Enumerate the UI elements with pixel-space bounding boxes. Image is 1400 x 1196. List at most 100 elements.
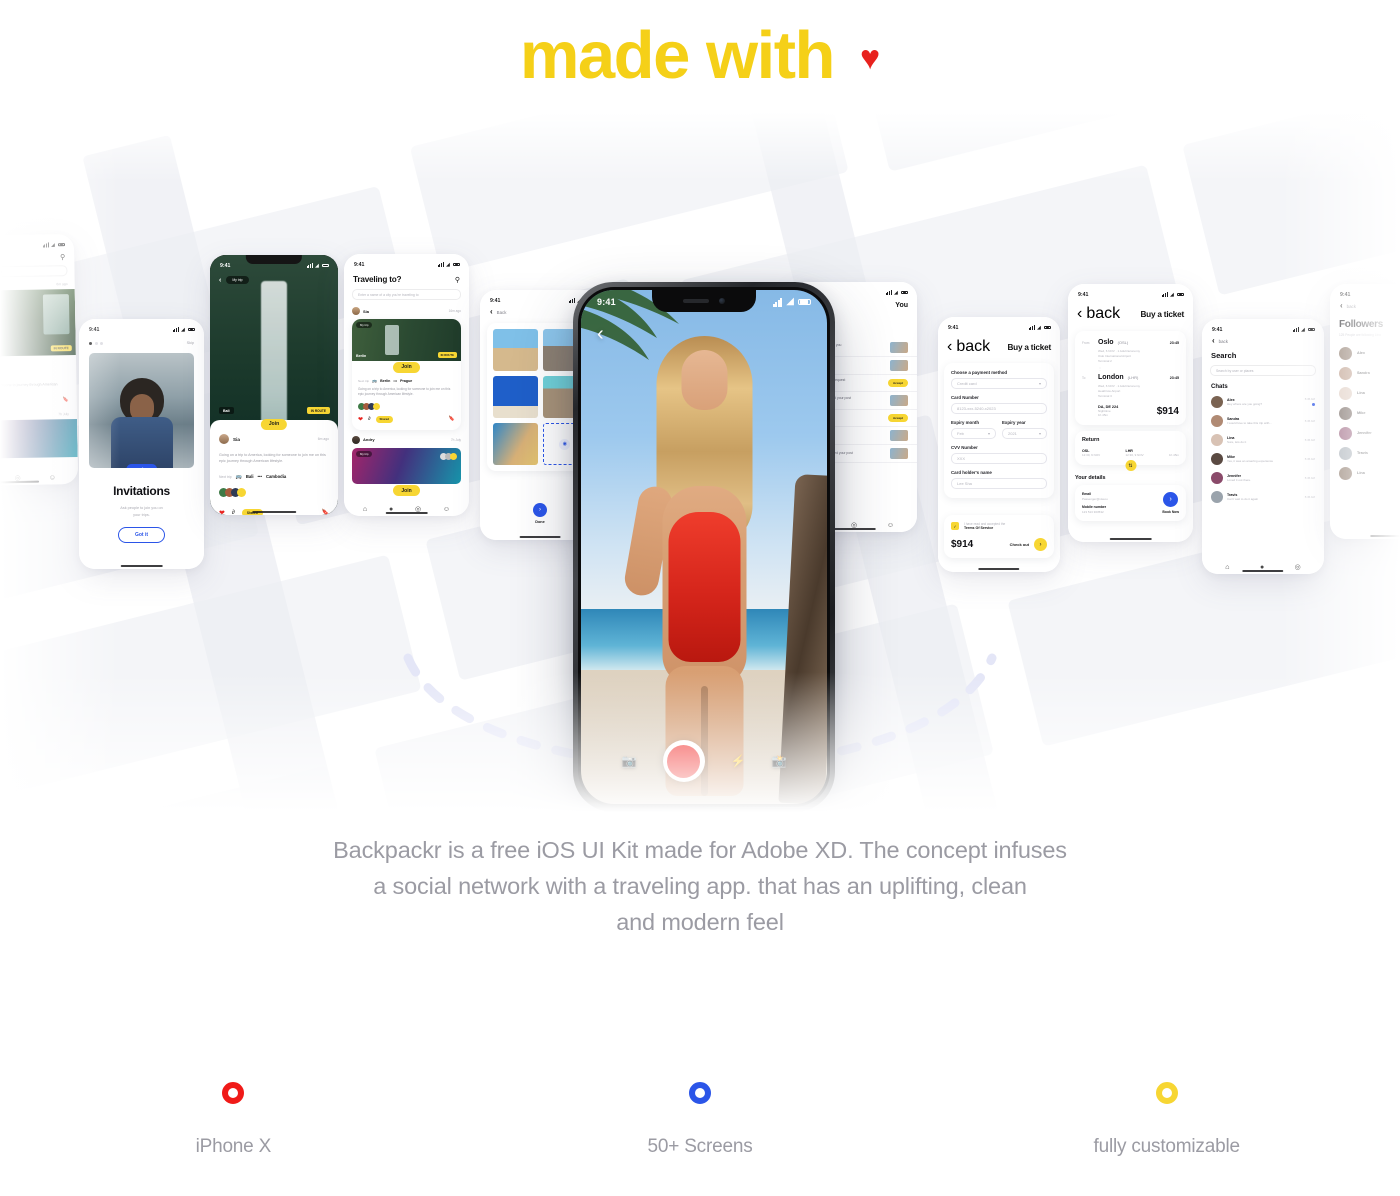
next-trip-label: Next trip [219,474,232,479]
profile-icon[interactable]: ☺ [887,522,894,529]
holder-input[interactable]: Lee Sha [951,478,1047,489]
wifi-icon: ◢ [786,296,794,307]
post-time: 16m ago [448,309,461,313]
feature-item: 50+ Screens [467,1082,934,1158]
accept-button[interactable]: Accept [887,379,908,387]
from-city: Oslo [1098,339,1114,346]
avatar [1211,395,1223,408]
payment-method-value: Credit card [957,381,977,386]
got-it-button[interactable]: Got it [117,527,166,543]
place-badge: Berlin [356,354,367,358]
arrow-right-icon[interactable]: › [533,503,547,517]
hero-showcase: 9:41 ◢ ⚲ y you're traveling to 6m ago [0,112,1400,812]
join-button[interactable]: Join [393,485,420,497]
mobile-label: Mobile number [1082,505,1107,509]
return-title: Return [1082,437,1100,443]
expiry-month-value: Feb [957,431,964,436]
arrow-right-icon[interactable]: › [1034,538,1047,551]
expiry-year-value: 2021 [1008,431,1017,436]
home-icon[interactable]: ⌂ [1225,564,1229,571]
next-trip-from: Bali [245,474,254,480]
home-indicator [978,567,1020,570]
card-number-input[interactable]: 8123-xxx-5240-x2023 [951,403,1047,414]
avatar [1211,433,1223,446]
status-time: 9:41 [354,261,365,268]
search-input[interactable]: Enter a name of a city you're traveling … [358,293,419,297]
bookmark-icon[interactable]: 🔖 [449,416,455,422]
to-code: (LHR) [1127,375,1139,380]
route-badge: IN ROUTE [306,407,330,414]
profile-icon[interactable]: ☺ [443,506,450,513]
back-label: back [1086,305,1121,322]
back-button[interactable]: ‹ [597,324,604,344]
back-icon[interactable]: ‹ [219,277,221,284]
chevron-down-icon: ▾ [987,431,990,436]
photo-thumb[interactable] [493,376,538,418]
screen-title: Traveling to? [353,275,402,284]
author-name: Sia [363,308,370,314]
swap-icon[interactable]: ⇅ [1125,460,1136,471]
avatar-count [373,402,380,410]
join-button[interactable]: Join [393,361,420,373]
route-badge: IN ROUTE [437,352,457,358]
email-value[interactable]: Passenger@visa.io [1082,497,1162,501]
book-now-label[interactable]: Book Now [1162,510,1179,514]
wifi-icon: ◢ [1170,291,1174,298]
terms-checkbox[interactable]: ✓ [951,522,959,530]
phone-buy-ticket-payment[interactable]: 9:41 ◢ ‹ back Buy a ticket Choose a paym… [938,317,1060,572]
from-time: 23:45 [1169,341,1179,345]
post-time: 6m ago [317,437,329,441]
next-trip-to: Prague [400,378,413,383]
bookmark-icon[interactable]: 🔖 [322,509,329,515]
arrow-right-icon[interactable]: › [1163,492,1179,507]
avatar [1211,414,1223,427]
expiry-year-select[interactable]: 2021 ▾ [1002,428,1047,439]
activity-thumb [890,448,908,459]
dotted-connector: ⋮ [1098,366,1102,371]
join-button[interactable]: Join [260,418,288,430]
phone-trip-post[interactable]: 9:41 ◢ ‹ My trip Bali IN ROUTE Join Sia … [210,255,338,515]
photo-thumb[interactable] [493,423,538,465]
skip-button[interactable]: Skip [187,341,194,345]
home-indicator [1109,537,1152,540]
mobile-value[interactable]: 123 513 303532 [1082,510,1162,514]
home-icon[interactable]: ⌂ [363,506,367,513]
home-indicator [120,564,163,567]
phone-buy-ticket-details[interactable]: 9:41 ◢ ‹ back Buy a ticket From Oslo (OS… [1068,284,1193,542]
wifi-icon: ◢ [446,261,450,268]
heart-icon[interactable]: ❤ [358,416,363,423]
payment-method-select[interactable]: Credit card ▾ [951,378,1047,389]
activity-thumb [890,430,908,441]
invite-badge[interactable]: Invite [125,464,158,468]
post-body: Going on a trip to America, looking for … [358,387,451,397]
phone-traveling-to[interactable]: 9:41 ◢ Traveling to? ⚲ Enter a name of a… [344,254,469,516]
back-button[interactable]: ‹ back [947,338,990,356]
back-button[interactable]: ‹ back [1077,305,1120,323]
terms-link[interactable]: Terms Of Service [964,526,1005,530]
photo-thumb[interactable] [493,329,538,371]
from-code: (OSL) [1117,340,1129,345]
battery-icon [188,327,195,332]
checkout-label[interactable]: Check out [1010,542,1029,547]
page-root: made with ♥ ◢ Skip Invitations Ask peopl… [0,0,1400,1196]
search-icon[interactable]: ⚲ [455,276,460,284]
search-input[interactable]: Search by user or places [1216,369,1254,373]
shared-badge: Shared [375,415,393,423]
expiry-month-select[interactable]: Feb ▾ [951,428,996,439]
share-icon[interactable]: ∂ [368,416,370,422]
status-bar: 9:41 ◢ [1068,284,1193,300]
cvv-input[interactable]: XXX [951,453,1047,464]
description-line-2: a social network with a traveling app. t… [373,873,1027,899]
heading-text: made with [519,17,836,93]
from-label: From [1082,341,1090,345]
avatar [219,434,229,444]
author-name: Sia [233,436,240,442]
share-icon[interactable]: ∂ [232,510,235,515]
accept-button[interactable]: Accept [887,414,908,422]
bus-icon: 🚌 [372,378,378,383]
avatar [1211,452,1223,465]
screen-title: Buy a ticket [1007,342,1051,352]
heart-icon[interactable]: ❤ [219,509,225,515]
ring-icon [689,1082,711,1104]
next-trip-from: Berlin [380,378,391,383]
